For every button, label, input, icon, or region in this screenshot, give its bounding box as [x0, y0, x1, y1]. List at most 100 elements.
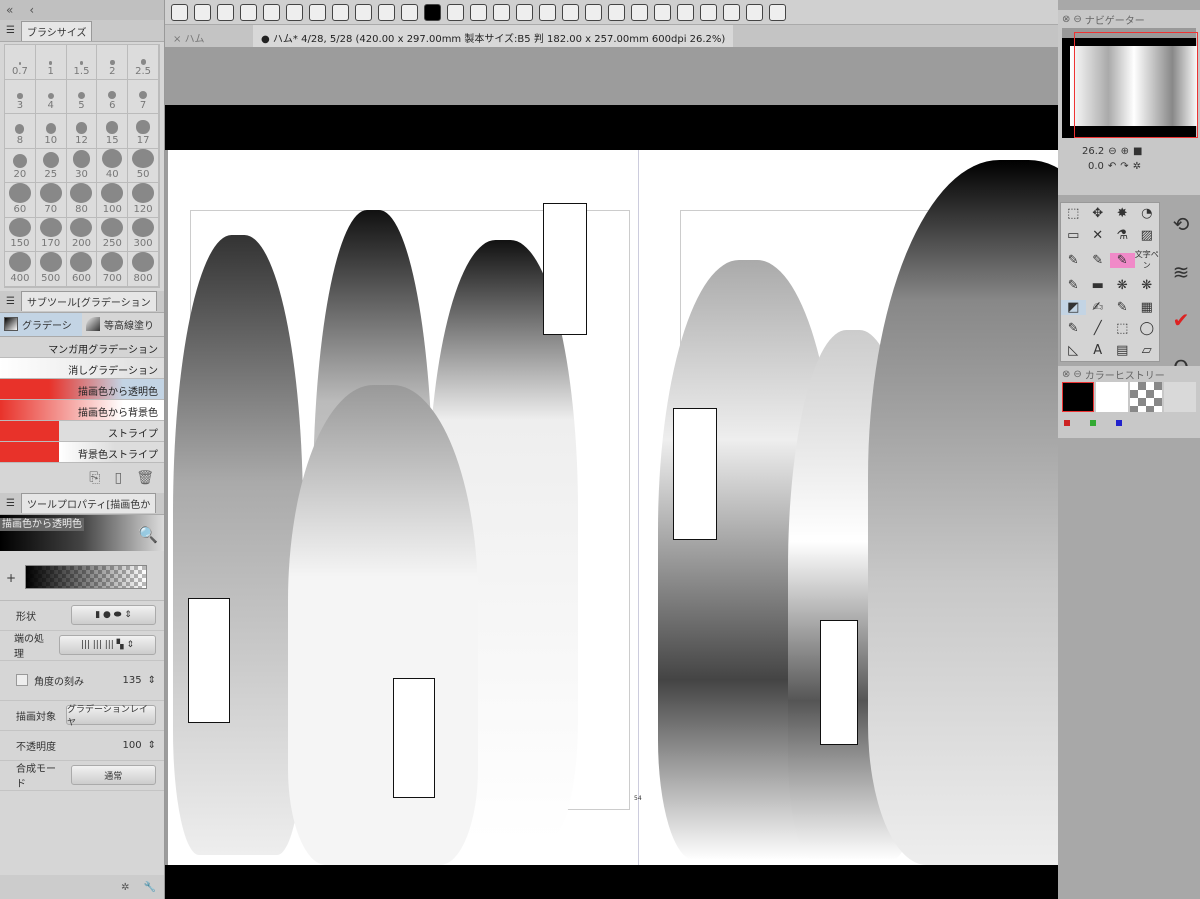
tool-14-icon[interactable]: ❋	[1110, 278, 1135, 293]
history-color-transparent[interactable]	[1130, 382, 1162, 412]
stepper-icon[interactable]: ⇕	[148, 675, 156, 686]
brush-size-40[interactable]: 40	[97, 148, 129, 183]
brush-size-170[interactable]: 170	[35, 217, 67, 252]
blend-mode-select[interactable]: 通常	[70, 765, 156, 785]
color-swap-icon[interactable]: ⟲	[1166, 200, 1196, 248]
tool-16-icon[interactable]: ◩	[1061, 299, 1086, 315]
zoom-out-icon[interactable]: ⊖	[1108, 146, 1116, 157]
undo-spiral-icon[interactable]	[171, 3, 188, 21]
select-icon[interactable]	[746, 3, 763, 21]
new-subtool-icon[interactable]: ▯	[115, 470, 123, 486]
zoom-in-icon[interactable]: ⊕	[1121, 146, 1129, 157]
stepper-icon[interactable]: ⇕	[148, 740, 156, 751]
subtool-item[interactable]: ストライプ	[0, 420, 164, 442]
transform-icon[interactable]	[309, 3, 326, 21]
return-icon[interactable]	[700, 3, 717, 21]
wand-icon[interactable]	[677, 3, 694, 21]
snap-icon[interactable]	[447, 3, 464, 21]
navigator-preview[interactable]	[1062, 28, 1198, 138]
tab-tool-property[interactable]: ツールプロパティ[描画色か	[20, 493, 157, 513]
subtool-group-contour[interactable]: 等高線塗り	[82, 313, 164, 336]
redo-icon[interactable]	[263, 3, 280, 21]
collapse-icon[interactable]: ‹	[29, 3, 34, 17]
brush-size-400[interactable]: 400	[5, 252, 36, 287]
canvas-area[interactable]: 54	[165, 47, 1160, 899]
brush-size-3[interactable]: 3	[5, 79, 36, 114]
history-color-gray[interactable]	[1164, 382, 1196, 412]
fill-icon[interactable]	[401, 3, 418, 21]
tool-10-icon[interactable]: ✎	[1110, 252, 1135, 268]
check-icon[interactable]: ✔	[1166, 296, 1196, 344]
subtool-item[interactable]: 描画色から背景色	[0, 399, 164, 421]
tool-25-icon[interactable]: A	[1086, 343, 1111, 358]
tool-13-icon[interactable]: ▬	[1086, 278, 1111, 293]
magnifier-icon[interactable]: 🔍	[138, 525, 158, 544]
fit-icon[interactable]: ■	[1133, 146, 1142, 157]
brush-size-500[interactable]: 500	[35, 252, 67, 287]
tool-26-icon[interactable]: ▤	[1110, 343, 1135, 358]
black-color-icon[interactable]	[424, 3, 441, 21]
brush-size-1.5[interactable]: 1.5	[66, 45, 98, 80]
history-color-white[interactable]	[1096, 382, 1128, 412]
tool-2-icon[interactable]: ✸	[1110, 206, 1135, 221]
tool-12-icon[interactable]: ✎	[1061, 278, 1086, 293]
tool-8-icon[interactable]: ✎	[1061, 253, 1086, 268]
brush-size-0.7[interactable]: 0.7	[5, 45, 36, 80]
brush-size-200[interactable]: 200	[66, 217, 98, 252]
lasso-icon[interactable]	[654, 3, 671, 21]
brush-size-4[interactable]: 4	[35, 79, 67, 114]
brush-size-2.5[interactable]: 2.5	[128, 45, 159, 80]
rotate-right-icon[interactable]: ↷	[1120, 161, 1128, 172]
select-all-icon[interactable]	[332, 3, 349, 21]
new-icon[interactable]	[194, 3, 211, 21]
cut-icon[interactable]	[539, 3, 556, 21]
subtool-item[interactable]: 消しグラデーション	[0, 357, 164, 379]
brush-size-300[interactable]: 300	[128, 217, 159, 252]
pen-icon[interactable]	[631, 3, 648, 21]
invert-icon[interactable]	[378, 3, 395, 21]
menu-icon[interactable]: ☰	[6, 25, 15, 36]
undo-icon[interactable]	[240, 3, 257, 21]
copy-icon[interactable]	[493, 3, 510, 21]
brush-size-12[interactable]: 12	[66, 114, 98, 149]
layers-icon[interactable]: ≋	[1166, 248, 1196, 296]
tool-20-icon[interactable]: ✎	[1061, 321, 1086, 336]
brush-size-50[interactable]: 50	[128, 148, 159, 183]
brush-size-120[interactable]: 120	[128, 183, 159, 218]
save-icon[interactable]	[217, 3, 234, 21]
brush-size-100[interactable]: 100	[97, 183, 129, 218]
brush-size-30[interactable]: 30	[66, 148, 98, 183]
tab-subtool[interactable]: サブツール[グラデーション	[20, 291, 157, 311]
deselect-icon[interactable]	[355, 3, 372, 21]
brush-size-80[interactable]: 80	[66, 183, 98, 218]
angle-checkbox[interactable]	[16, 674, 28, 686]
collapse-all-icon[interactable]: «	[6, 3, 13, 17]
tool-18-icon[interactable]: ✎	[1110, 300, 1135, 315]
grid-icon[interactable]	[723, 3, 740, 21]
tab-document-active[interactable]: ● ハム* 4/28, 5/28 (420.00 x 297.00mm 製本サイ…	[253, 25, 734, 47]
tool-0-icon[interactable]: ⬚	[1061, 206, 1086, 221]
tool-22-icon[interactable]: ⬚	[1110, 321, 1135, 336]
tool-19-icon[interactable]: ▦	[1135, 300, 1160, 315]
subtool-item[interactable]: 描画色から透明色	[0, 378, 164, 400]
brush-size-7[interactable]: 7	[128, 79, 159, 114]
target-select[interactable]: グラデーションレイヤ	[66, 705, 156, 728]
trash-icon[interactable]: 🗑	[136, 470, 154, 486]
brush-size-25[interactable]: 25	[35, 148, 67, 183]
brush-size-800[interactable]: 800	[128, 252, 159, 287]
tool-21-icon[interactable]: ╱	[1086, 321, 1111, 336]
brush-size-6[interactable]: 6	[97, 79, 129, 114]
settings-icon[interactable]	[769, 3, 786, 21]
brush-size-600[interactable]: 600	[66, 252, 98, 287]
brush-size-2[interactable]: 2	[97, 45, 129, 80]
brush-size-70[interactable]: 70	[35, 183, 67, 218]
tool-5-icon[interactable]: ✕	[1086, 228, 1111, 243]
brush-size-700[interactable]: 700	[97, 252, 129, 287]
brush-size-1[interactable]: 1	[35, 45, 67, 80]
wrench-icon[interactable]: 🔧	[144, 882, 156, 893]
brush-size-150[interactable]: 150	[5, 217, 36, 252]
tab-document-ham[interactable]: × ハム	[165, 25, 253, 47]
tool-27-icon[interactable]: ▱	[1135, 343, 1160, 358]
tool-4-icon[interactable]: ▭	[1061, 228, 1086, 243]
copy-subtool-icon[interactable]: ⎘	[89, 470, 100, 486]
